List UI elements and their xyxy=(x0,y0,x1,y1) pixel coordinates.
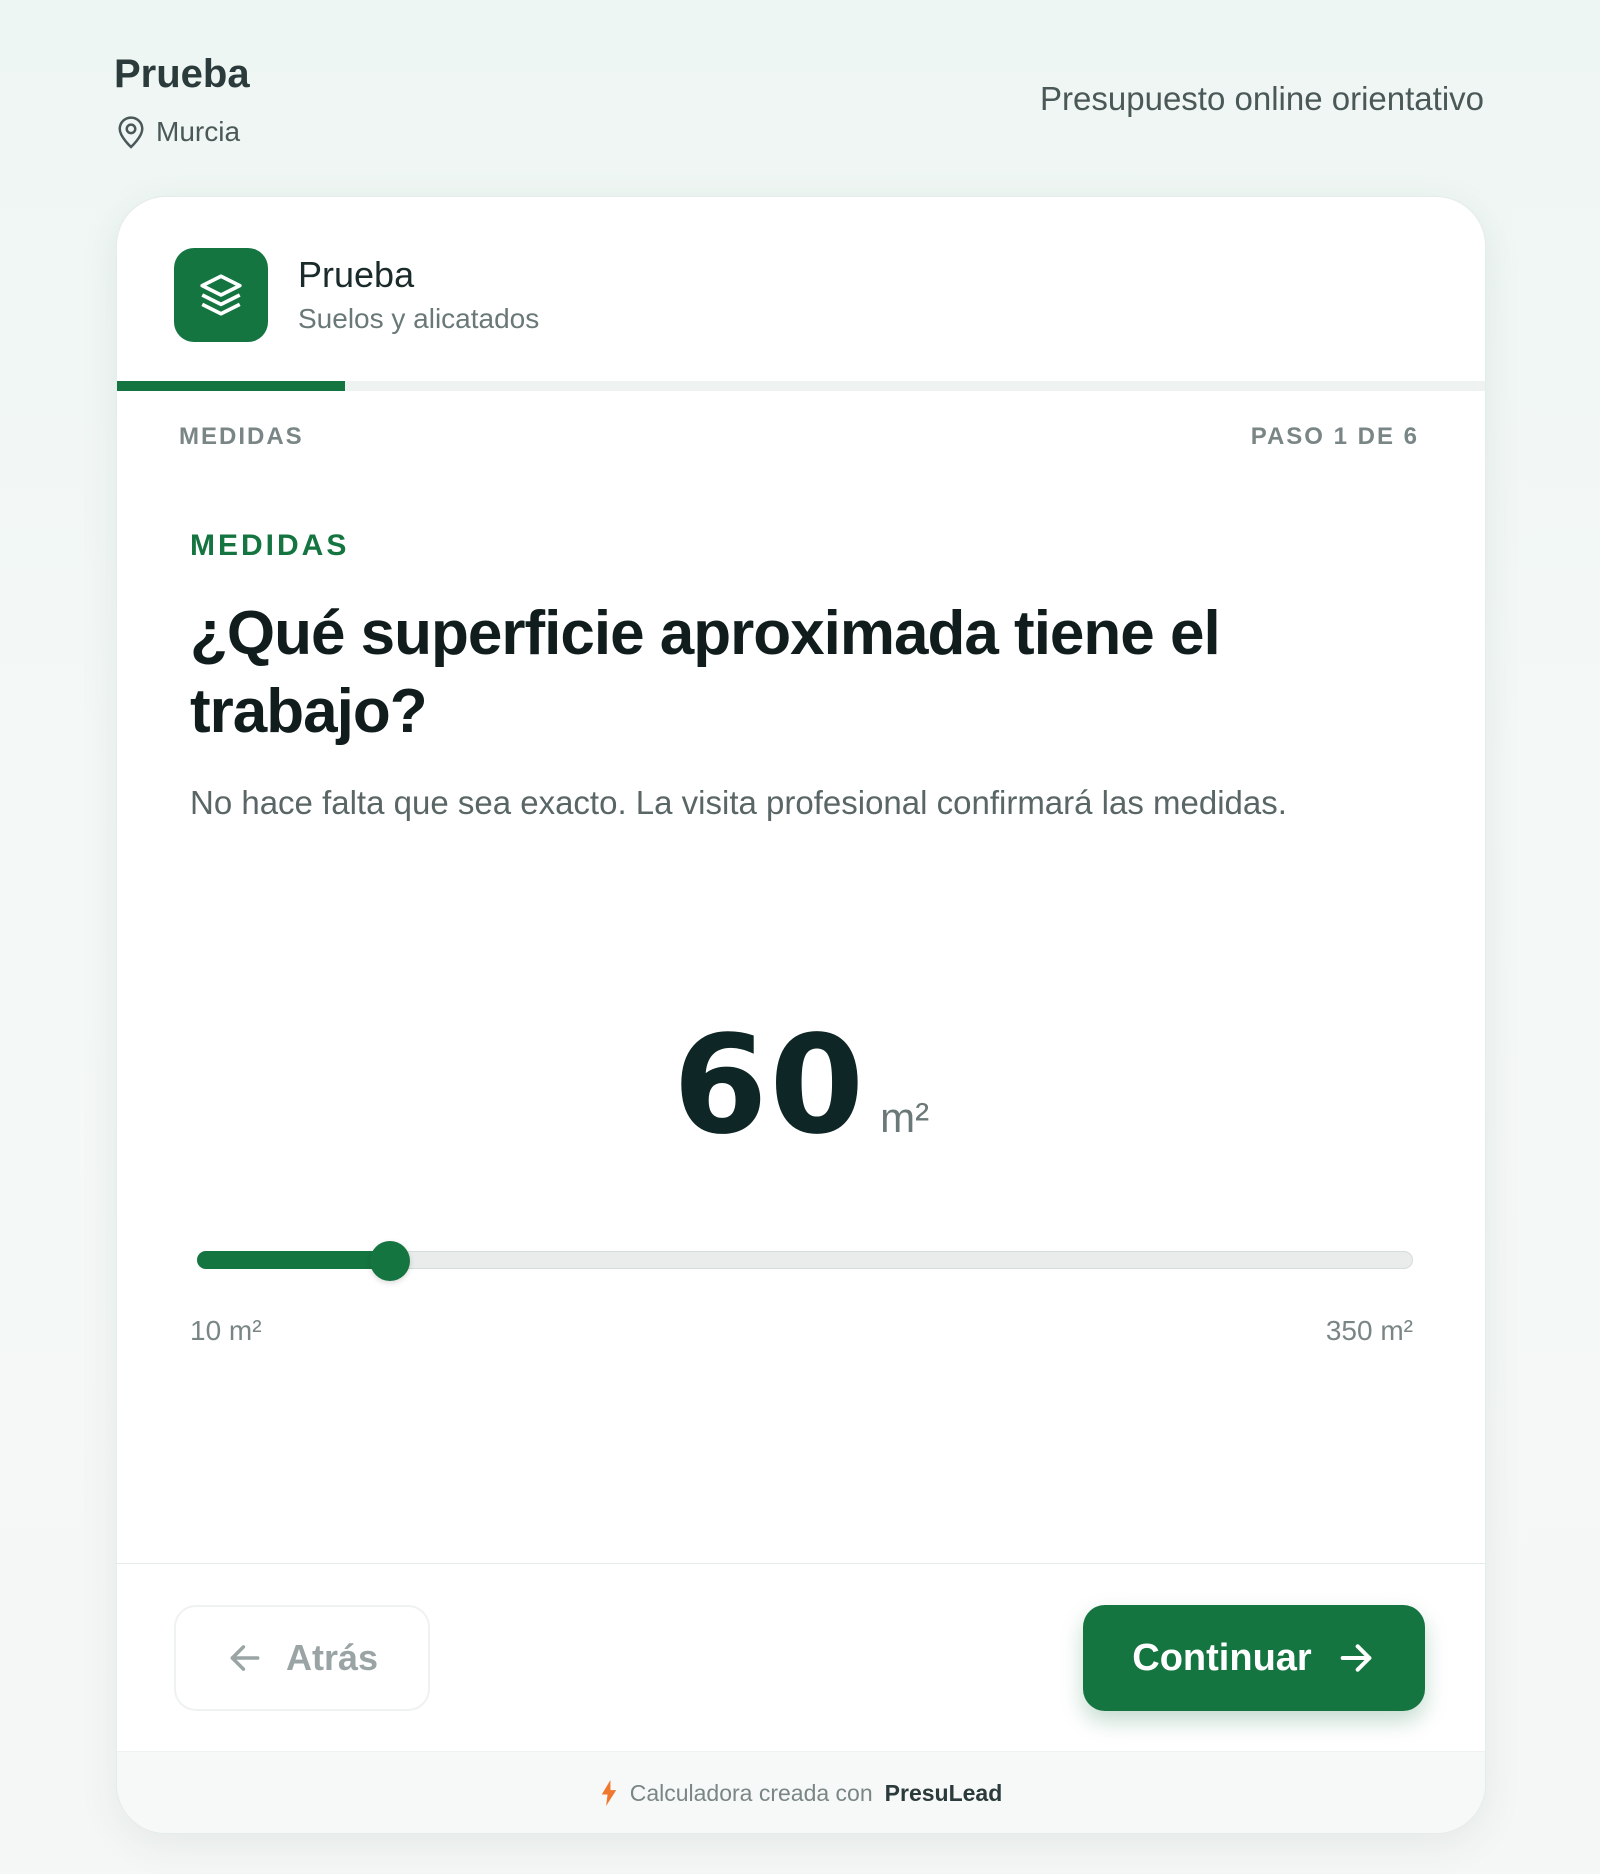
top-bar: Prueba Murcia Presupuesto online orienta… xyxy=(114,52,1484,152)
app-logo xyxy=(174,248,268,342)
map-pin-icon xyxy=(118,116,144,149)
continue-button-label: Continuar xyxy=(1132,1636,1312,1679)
card-header: Prueba Suelos y alicatados xyxy=(117,197,1485,381)
business-name: Prueba xyxy=(114,52,250,96)
step-counter: PASO 1 DE 6 xyxy=(1250,423,1419,450)
credit-text: Calculadora creada con xyxy=(629,1779,873,1806)
area-slider[interactable] xyxy=(197,1241,1413,1281)
question-eyebrow: MEDIDAS xyxy=(190,529,350,562)
calculator-title: Prueba xyxy=(298,254,415,295)
footer-divider xyxy=(117,1563,1485,1564)
back-button[interactable]: Atrás xyxy=(174,1605,430,1711)
area-unit: m² xyxy=(880,1094,930,1141)
progress-bar xyxy=(117,381,1485,391)
calculator-subtitle: Suelos y alicatados xyxy=(298,303,540,334)
progress-fill xyxy=(117,381,346,391)
step-name: MEDIDAS xyxy=(179,423,304,450)
calculator-card: Prueba Suelos y alicatados MEDIDAS PASO … xyxy=(116,196,1486,1834)
slider-min-label: 10 m² xyxy=(190,1315,262,1346)
back-button-label: Atrás xyxy=(285,1637,379,1678)
location-label: Murcia xyxy=(156,116,241,147)
step-row: MEDIDAS PASO 1 DE 6 xyxy=(179,423,1419,457)
continue-button[interactable]: Continuar xyxy=(1083,1605,1425,1711)
layers-icon xyxy=(200,274,242,316)
credit-brand-link[interactable]: PresuLead xyxy=(885,1780,1003,1807)
slider-thumb[interactable] xyxy=(369,1241,410,1281)
credit-footer: Calculadora creada con PresuLead xyxy=(117,1751,1485,1833)
question-title: ¿Qué superficie aproximada tiene el trab… xyxy=(190,599,1221,746)
value-display: 60 m² xyxy=(117,1007,1485,1165)
arrow-right-icon xyxy=(1340,1644,1372,1672)
area-value: 60 xyxy=(672,1007,867,1165)
arrow-left-icon xyxy=(230,1645,260,1671)
question-help: No hace falta que sea exacto. La visita … xyxy=(190,784,1287,821)
tagline: Presupuesto online orientativo xyxy=(1040,80,1484,117)
business-location: Murcia xyxy=(116,114,240,150)
slider-max-label: 350 m² xyxy=(1325,1315,1413,1346)
bolt-icon xyxy=(601,1780,616,1806)
